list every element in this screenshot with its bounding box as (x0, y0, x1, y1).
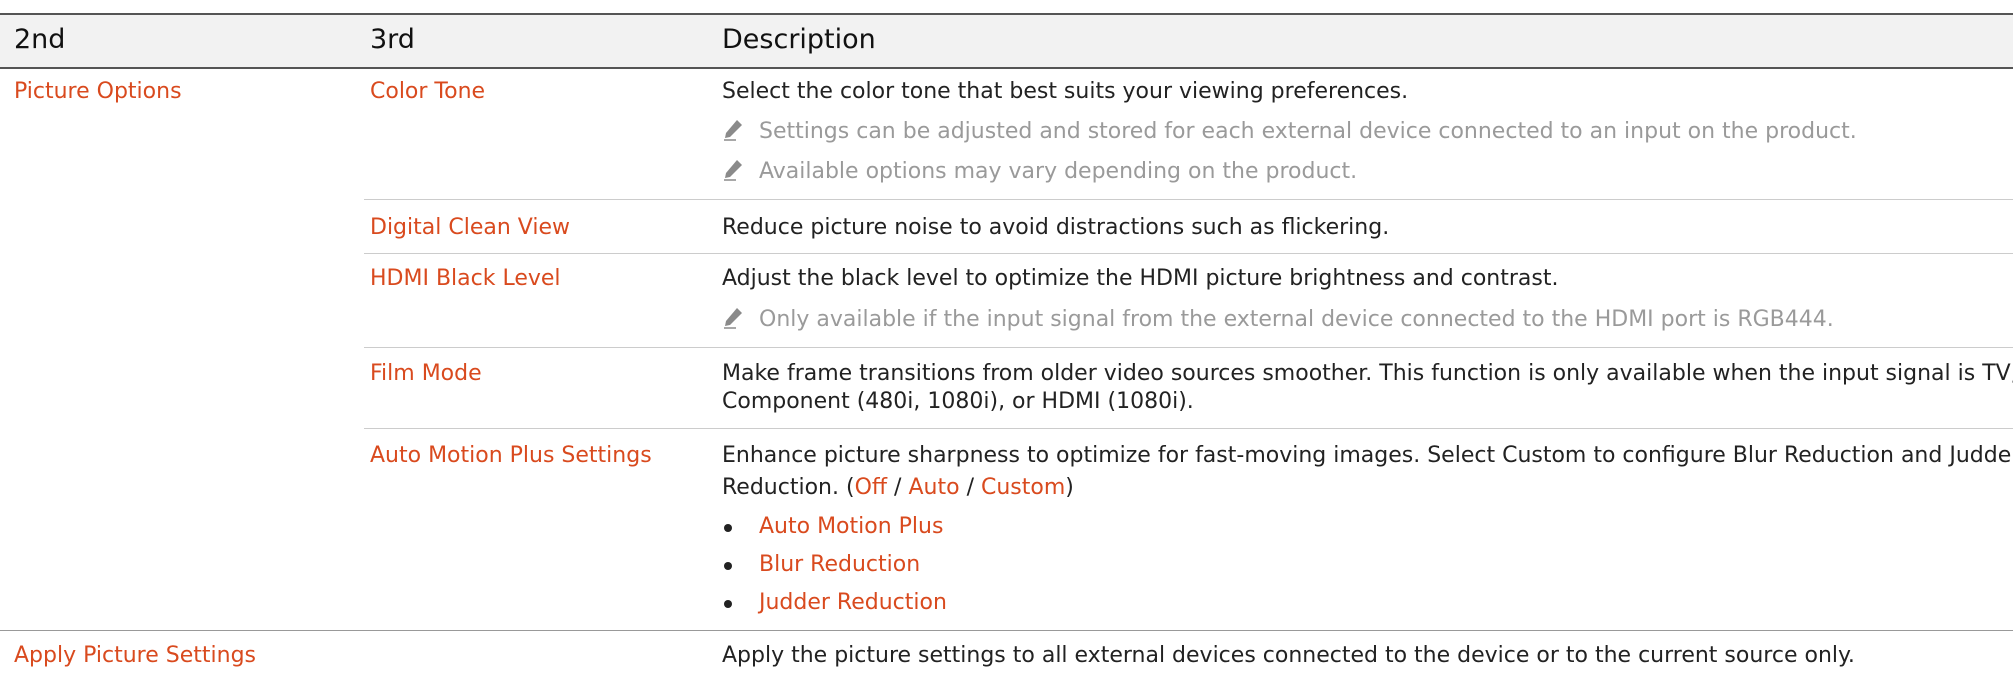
header-2nd: 2nd (14, 24, 66, 55)
table-header (0, 13, 2013, 69)
row-desc-digital-clean-view: Reduce picture noise to avoid distractio… (722, 215, 1390, 240)
row-desc-auto-motion-plus-line2: Reduction. (Off / Auto / Custom) (722, 474, 1074, 502)
option-custom: Custom (980, 475, 1066, 500)
option-auto: Auto (908, 475, 960, 500)
header-3rd: 3rd (370, 24, 415, 55)
row-label-hdmi-black-level: HDMI Black Level (370, 266, 561, 291)
note-color-tone-2: Available options may vary depending on … (759, 159, 1358, 184)
bullet-auto-motion-plus: Auto Motion Plus (759, 514, 944, 539)
section-apply-picture-settings: Apply Picture Settings (14, 643, 256, 668)
desc-suffix: ) (1065, 475, 1074, 500)
bullet-dot (724, 600, 732, 608)
row-label-digital-clean-view: Digital Clean View (370, 215, 570, 240)
bullet-dot (724, 562, 732, 570)
row-desc-color-tone: Select the color tone that best suits yo… (722, 79, 1409, 104)
row-desc-film-mode-line1: Make frame transitions from older video … (722, 361, 2013, 386)
bullet-blur-reduction: Blur Reduction (759, 552, 921, 577)
option-separator: / (966, 475, 974, 500)
row-divider (364, 347, 2013, 348)
pencil-icon (724, 160, 742, 181)
row-desc-hdmi-black-level: Adjust the black level to optimize the H… (722, 266, 1559, 291)
row-desc-apply-picture-settings: Apply the picture settings to all extern… (722, 643, 1855, 668)
row-divider (364, 199, 2013, 200)
bullet-judder-reduction: Judder Reduction (759, 590, 947, 615)
note-hdmi-black-level: Only available if the input signal from … (759, 307, 1834, 332)
row-desc-auto-motion-plus-line1: Enhance picture sharpness to optimize fo… (722, 443, 2013, 468)
note-color-tone-1: Settings can be adjusted and stored for … (759, 119, 1857, 144)
pencil-icon (724, 120, 742, 141)
row-label-auto-motion-plus: Auto Motion Plus Settings (370, 443, 652, 468)
pencil-icon (724, 308, 742, 329)
row-divider (364, 253, 2013, 254)
section-divider (0, 630, 2013, 631)
option-off: Off (854, 475, 888, 500)
row-label-color-tone: Color Tone (370, 79, 486, 104)
bullet-dot (724, 524, 732, 532)
option-separator: / (894, 475, 902, 500)
header-description: Description (722, 24, 876, 55)
row-label-film-mode: Film Mode (370, 361, 482, 386)
section-picture-options: Picture Options (14, 79, 182, 104)
settings-table: 2nd 3rd Description Picture Options Colo… (0, 0, 2013, 676)
row-desc-film-mode-line2: Component (480i, 1080i), or HDMI (1080i)… (722, 389, 1194, 414)
row-divider (364, 428, 2013, 429)
desc-prefix: Reduction. ( (722, 475, 855, 500)
